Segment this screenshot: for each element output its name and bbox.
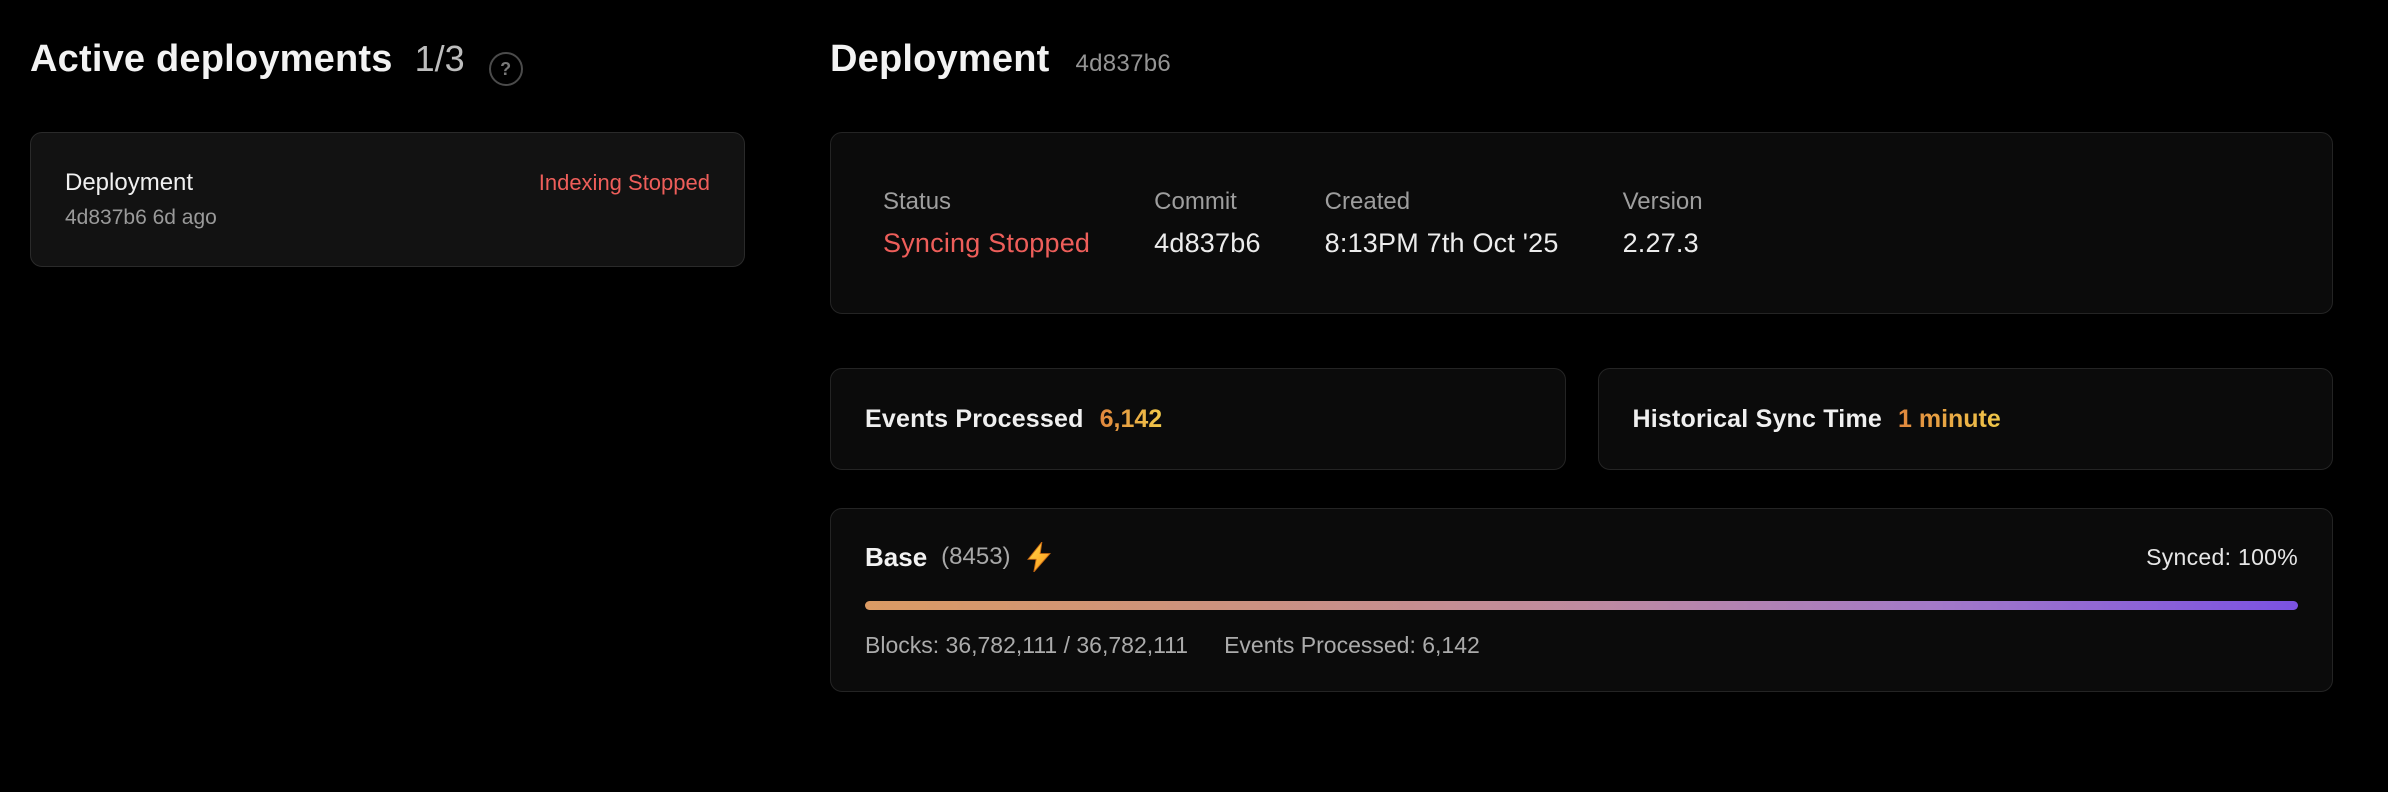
overview-version-column: Version 2.27.3 bbox=[1623, 188, 1703, 259]
deployment-list-item[interactable]: Deployment Indexing Stopped 4d837b6 6d a… bbox=[30, 132, 745, 267]
historical-sync-time-card: Historical Sync Time 1 minute bbox=[1598, 368, 2334, 470]
deployment-list-item-meta: 4d837b6 6d ago bbox=[65, 206, 710, 230]
deployment-overview-card: Status Syncing Stopped Commit 4d837b6 Cr… bbox=[830, 132, 2333, 314]
lightning-icon bbox=[1025, 542, 1053, 572]
status-value: Syncing Stopped bbox=[883, 228, 1090, 259]
version-label: Version bbox=[1623, 188, 1703, 216]
overview-status-column: Status Syncing Stopped bbox=[883, 188, 1090, 259]
overview-commit-column: Commit 4d837b6 bbox=[1154, 188, 1261, 259]
events-processed-label: Events Processed bbox=[865, 405, 1084, 434]
chain-stats-row: Blocks: 36,782,111 / 36,782,111 Events P… bbox=[865, 632, 2298, 659]
chain-events-stat: Events Processed: 6,142 bbox=[1224, 632, 1480, 659]
deployment-detail-title: Deployment bbox=[830, 38, 1049, 81]
deployment-list-item-header: Deployment Indexing Stopped bbox=[65, 169, 710, 197]
chain-id: (8453) bbox=[941, 543, 1010, 571]
sync-progress-fill bbox=[865, 601, 2298, 610]
metrics-row: Events Processed 6,142 Historical Sync T… bbox=[830, 368, 2333, 470]
chain-sync-card: Base (8453) Synced: 100% bbox=[830, 508, 2333, 692]
deployment-detail-panel: Deployment 4d837b6 Status Syncing Stoppe… bbox=[830, 38, 2333, 692]
events-processed-card: Events Processed 6,142 bbox=[830, 368, 1566, 470]
commit-label: Commit bbox=[1154, 188, 1261, 216]
blocks-stat: Blocks: 36,782,111 / 36,782,111 bbox=[865, 632, 1188, 659]
deployment-detail-header: Deployment 4d837b6 bbox=[830, 38, 2333, 100]
status-label: Status bbox=[883, 188, 1090, 216]
deployment-detail-hash: 4d837b6 bbox=[1075, 50, 1171, 78]
created-label: Created bbox=[1325, 188, 1559, 216]
active-deployments-title: Active deployments bbox=[30, 38, 393, 81]
active-deployments-panel: Active deployments 1/3 ? Deployment Inde… bbox=[30, 38, 745, 267]
active-deployments-header: Active deployments 1/3 ? bbox=[30, 38, 745, 100]
synced-percentage: Synced: 100% bbox=[2146, 544, 2298, 571]
help-icon[interactable]: ? bbox=[489, 52, 523, 86]
active-deployments-count: 1/3 bbox=[415, 38, 465, 80]
deployment-list-item-title: Deployment bbox=[65, 169, 193, 197]
chain-name: Base bbox=[865, 542, 927, 573]
chain-sync-header: Base (8453) Synced: 100% bbox=[865, 542, 2298, 573]
deployment-status-badge: Indexing Stopped bbox=[539, 170, 710, 196]
version-value: 2.27.3 bbox=[1623, 228, 1703, 259]
sync-progress-bar bbox=[865, 601, 2298, 610]
chain-title-group: Base (8453) bbox=[865, 542, 1053, 573]
commit-value: 4d837b6 bbox=[1154, 228, 1261, 259]
historical-sync-time-value: 1 minute bbox=[1898, 405, 2001, 434]
historical-sync-time-label: Historical Sync Time bbox=[1633, 405, 1882, 434]
events-processed-value: 6,142 bbox=[1100, 405, 1163, 434]
overview-created-column: Created 8:13PM 7th Oct '25 bbox=[1325, 188, 1559, 259]
created-value: 8:13PM 7th Oct '25 bbox=[1325, 228, 1559, 259]
